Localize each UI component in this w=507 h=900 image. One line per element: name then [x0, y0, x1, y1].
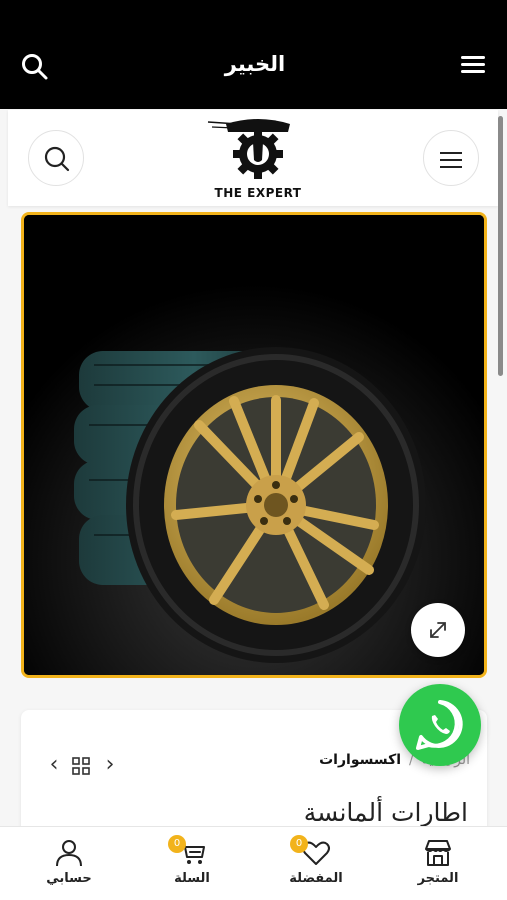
chevron-left-icon[interactable]: ‹	[44, 754, 64, 778]
nav-label-wishlist: المفضلة	[289, 871, 343, 886]
header-search-button[interactable]	[28, 130, 84, 186]
expand-icon	[430, 622, 446, 638]
wishlist-count-badge: 0	[290, 835, 308, 853]
cart-count-badge: 0	[168, 835, 186, 853]
nav-label-account: حسابي	[46, 871, 92, 886]
menu-icon[interactable]	[458, 52, 488, 80]
scrollbar[interactable]	[498, 116, 503, 376]
user-icon	[56, 840, 82, 867]
gear-car-logo-icon	[207, 119, 290, 179]
product-title: اطارات ألمانسة	[303, 798, 468, 827]
nav-item-wishlist[interactable]: 0 المفضلة	[266, 835, 366, 895]
zoom-button[interactable]	[411, 603, 465, 657]
nav-item-store[interactable]: المتجر	[388, 835, 488, 895]
search-icon	[44, 146, 70, 172]
site-title: الخبير	[224, 52, 286, 76]
top-bar: الخبير	[0, 0, 507, 109]
header-menu-button[interactable]	[423, 130, 479, 186]
logo-text: THE EXPERT	[214, 186, 302, 200]
breadcrumb-category[interactable]: اكسسوارات	[319, 752, 401, 768]
menu-icon	[424, 147, 478, 173]
nav-label-store: المتجر	[417, 871, 459, 886]
logo[interactable]: THE EXPERT	[198, 114, 318, 204]
chevron-right-icon[interactable]: ›	[100, 754, 120, 778]
store-icon	[425, 840, 451, 866]
grid-icon[interactable]	[72, 757, 90, 775]
search-icon[interactable]	[20, 52, 50, 82]
nav-label-cart: السلة	[174, 871, 210, 886]
site-header: THE EXPERT	[8, 110, 498, 206]
product-navigation: ‹ ›	[44, 754, 124, 778]
whatsapp-icon	[416, 700, 463, 750]
nav-item-cart[interactable]: 0 السلة	[142, 835, 242, 895]
nav-item-account[interactable]: حسابي	[19, 835, 119, 895]
whatsapp-button[interactable]	[399, 684, 481, 766]
bottom-navigation: المتجر 0 المفضلة 0 السلة حسابي	[0, 826, 507, 900]
